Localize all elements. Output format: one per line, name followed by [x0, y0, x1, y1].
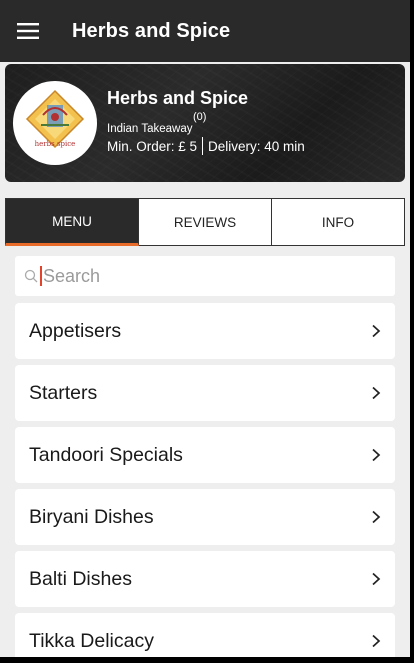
- chevron-right-icon: [371, 572, 381, 586]
- cuisine-type: Indian Takeaway: [107, 123, 193, 135]
- restaurant-logo: herbs spice: [13, 81, 97, 165]
- category-row-tikka-delicacy[interactable]: Tikka Delicacy: [15, 613, 395, 663]
- restaurant-header: herbs spice Herbs and Spice (0) Indian T…: [5, 64, 405, 182]
- category-label: Biryani Dishes: [29, 505, 154, 528]
- app-screen: Herbs and Spice herbs spice Herbs and Sp…: [0, 0, 414, 663]
- chevron-right-icon: [371, 386, 381, 400]
- category-label: Tandoori Specials: [29, 443, 183, 466]
- chevron-right-icon: [371, 510, 381, 524]
- app-bar: Herbs and Spice: [0, 0, 414, 62]
- category-label: Tikka Delicacy: [29, 629, 154, 652]
- screen-bottom-edge: [0, 657, 414, 663]
- page-title: Herbs and Spice: [72, 19, 231, 42]
- screen-right-edge: [410, 0, 414, 663]
- category-row-balti-dishes[interactable]: Balti Dishes: [15, 551, 395, 607]
- chevron-right-icon: [371, 634, 381, 648]
- category-list: Appetisers Starters Tandoori Specials Bi…: [15, 303, 395, 663]
- search-input[interactable]: [43, 265, 363, 287]
- category-row-starters[interactable]: Starters: [15, 365, 395, 421]
- category-label: Balti Dishes: [29, 567, 132, 590]
- tab-menu[interactable]: MENU: [5, 198, 139, 246]
- order-meta: Min. Order: £ 5 Delivery: 40 min: [107, 137, 305, 155]
- min-order: Min. Order: £ 5: [107, 138, 198, 154]
- category-label: Starters: [29, 381, 98, 404]
- chevron-right-icon: [371, 448, 381, 462]
- text-cursor: [40, 266, 42, 286]
- restaurant-name: Herbs and Spice: [107, 88, 249, 108]
- category-row-tandoori-specials[interactable]: Tandoori Specials: [15, 427, 395, 483]
- rating-count: (0): [193, 111, 207, 123]
- hamburger-menu-icon[interactable]: [0, 0, 56, 62]
- category-row-appetisers[interactable]: Appetisers: [15, 303, 395, 359]
- search-icon: [24, 269, 38, 283]
- search-box[interactable]: [15, 256, 395, 296]
- chevron-right-icon: [371, 324, 381, 338]
- category-label: Appetisers: [29, 319, 122, 342]
- logo-wordmark: herbs spice: [34, 140, 76, 148]
- restaurant-info: Herbs and Spice (0) Indian Takeaway Min.…: [107, 88, 305, 155]
- category-row-biryani-dishes[interactable]: Biryani Dishes: [15, 489, 395, 545]
- tab-reviews[interactable]: REVIEWS: [139, 198, 272, 246]
- meta-divider: [202, 137, 204, 155]
- tab-info[interactable]: INFO: [272, 198, 405, 246]
- delivery-time: Delivery: 40 min: [208, 138, 305, 154]
- tab-bar: MENU REVIEWS INFO: [5, 198, 405, 246]
